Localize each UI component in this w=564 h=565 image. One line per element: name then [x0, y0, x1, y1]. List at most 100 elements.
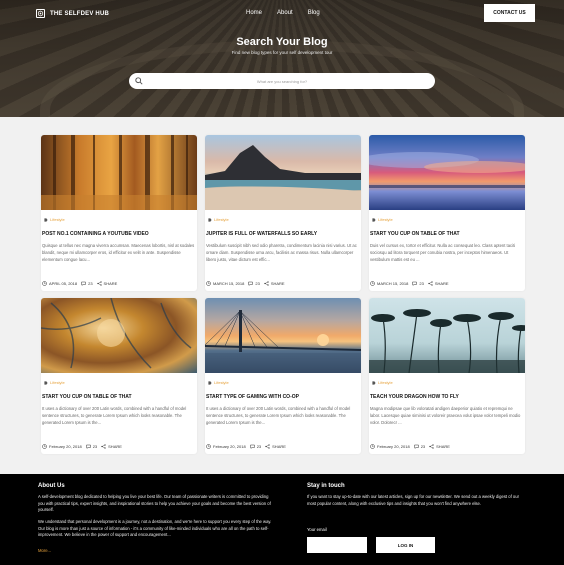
post-meta: February 20, 2018 23 SHARE	[42, 444, 122, 449]
search-input[interactable]	[129, 73, 435, 89]
contact-us-button[interactable]: CONTACT US	[484, 4, 535, 22]
hero-banner: THE SELFDEV HUB Home About Blog CONTACT …	[0, 0, 564, 117]
post-date: MARCH 15, 2018	[377, 281, 409, 286]
about-text-more: We understand that personal development …	[38, 519, 272, 538]
nav-home[interactable]: Home	[246, 10, 262, 16]
clock-icon	[42, 444, 47, 449]
comment-count[interactable]: 23	[93, 444, 97, 449]
main-nav: Home About Blog	[246, 10, 320, 16]
post-excerpt: Vestibulum suscipit nibh sed odio pharet…	[206, 243, 357, 262]
post-meta: February 20, 2018 23 SHARE	[206, 444, 286, 449]
share-label: SHARE	[270, 281, 285, 286]
post-image-forest[interactable]	[41, 135, 197, 210]
post-date: February 20, 2018	[377, 444, 410, 449]
share-button[interactable]: SHARE	[101, 444, 122, 449]
share-label: SHARE	[272, 444, 286, 449]
post-category[interactable]: Lifestyle	[208, 217, 229, 222]
comment-count[interactable]: 23	[255, 281, 259, 286]
post-meta: February 20, 2018 23 SHARE	[370, 444, 450, 449]
share-label: SHARE	[434, 281, 449, 286]
clock-icon	[370, 281, 375, 286]
post-meta: APRIL 05, 2018 23 SHARE	[42, 281, 117, 286]
logo-icon	[36, 9, 45, 18]
post-category[interactable]: Lifestyle	[44, 217, 65, 222]
comment-icon	[85, 444, 91, 449]
nav-about[interactable]: About	[277, 10, 293, 16]
tag-icon	[44, 380, 48, 385]
post-category[interactable]: Lifestyle	[44, 380, 65, 385]
post-date: February 20, 2018	[49, 444, 82, 449]
category-label: Lifestyle	[50, 217, 65, 222]
post-card[interactable]: Lifestyle START YOU CUP ON TABLE OF THAT…	[369, 135, 525, 291]
post-title[interactable]: JUPITER IS FULL OF WATERFALLS SO EARLY	[206, 231, 317, 237]
category-label: Lifestyle	[214, 380, 229, 385]
post-category[interactable]: Lifestyle	[372, 217, 393, 222]
clock-icon	[206, 281, 211, 286]
post-title[interactable]: START YOU CUP ON TABLE OF THAT	[42, 394, 132, 400]
share-icon	[428, 281, 433, 286]
about-heading: About Us	[38, 483, 65, 489]
comment-icon	[249, 444, 255, 449]
category-label: Lifestyle	[50, 380, 65, 385]
post-card[interactable]: Lifestyle START YOU CUP ON TABLE OF THAT…	[41, 298, 197, 454]
post-image-bridge[interactable]	[205, 298, 361, 373]
comment-icon	[413, 444, 419, 449]
post-card[interactable]: Lifestyle POST NO.1 CONTAINING A YOUTUBE…	[41, 135, 197, 291]
tag-icon	[372, 380, 376, 385]
comment-count[interactable]: 23	[421, 444, 425, 449]
post-excerpt: It uses a dictionary of over 200 Latin w…	[42, 406, 187, 425]
post-image-bark[interactable]	[41, 298, 197, 373]
comment-icon	[81, 281, 86, 286]
comment-icon	[248, 281, 254, 286]
share-button[interactable]: SHARE	[264, 281, 285, 286]
tag-icon	[208, 380, 212, 385]
clock-icon	[206, 444, 211, 449]
post-excerpt: It uses a dictionary of over 200 Latin w…	[206, 406, 351, 425]
nav-blog[interactable]: Blog	[308, 10, 320, 16]
tag-icon	[372, 217, 376, 222]
post-image-palms[interactable]	[369, 298, 525, 373]
hero-title: Search Your Blog	[236, 36, 328, 48]
post-category[interactable]: Lifestyle	[208, 380, 229, 385]
post-meta: MARCH 15, 2018 23 SHARE	[370, 281, 449, 286]
tag-icon	[208, 217, 212, 222]
more-link[interactable]: More...	[38, 548, 51, 553]
share-button[interactable]: SHARE	[429, 444, 450, 449]
post-meta: MARCH 15, 2018 23 SHARE	[206, 281, 285, 286]
comment-icon	[412, 281, 418, 286]
post-excerpt: Duis vel cursus ex, tortor et efficitur.…	[370, 243, 516, 262]
post-title[interactable]: TEACH YOUR DRAGON HOW TO FLY	[370, 394, 459, 400]
comment-count[interactable]: 23	[88, 281, 92, 286]
post-title[interactable]: POST NO.1 CONTAINING A YOUTUBE VIDEO	[42, 231, 149, 237]
share-button[interactable]: SHARE	[96, 281, 117, 286]
about-text: A self-development blog dedicated to hel…	[38, 494, 271, 513]
stay-in-touch-heading: Stay in touch	[307, 483, 345, 489]
search-bar[interactable]	[129, 73, 435, 89]
post-card[interactable]: Lifestyle TEACH YOUR DRAGON HOW TO FLY M…	[369, 298, 525, 454]
share-button[interactable]: SHARE	[428, 281, 449, 286]
share-button[interactable]: SHARE	[265, 444, 286, 449]
post-card[interactable]: Lifestyle START TYPE OF GAMING WITH CO-O…	[205, 298, 361, 454]
post-title[interactable]: START YOU CUP ON TABLE OF THAT	[370, 231, 460, 237]
share-icon	[429, 444, 434, 449]
share-icon	[96, 281, 102, 286]
post-date: APRIL 05, 2018	[49, 281, 78, 286]
post-excerpt: Quisque ut tellus nec magna viverra accu…	[42, 243, 195, 262]
share-icon	[101, 444, 106, 449]
post-image-sky[interactable]	[369, 135, 525, 210]
email-label: Your email	[307, 527, 327, 532]
email-field[interactable]	[307, 537, 367, 553]
brand-name: THE SELFDEV HUB	[50, 10, 110, 17]
brand[interactable]: THE SELFDEV HUB	[36, 9, 109, 18]
post-category[interactable]: Lifestyle	[372, 380, 393, 385]
comment-count[interactable]: 23	[257, 444, 261, 449]
category-label: Lifestyle	[378, 380, 393, 385]
post-excerpt: Magna modipsae que lib voloratati andige…	[370, 406, 521, 425]
post-title[interactable]: START TYPE OF GAMING WITH CO-OP	[206, 394, 299, 400]
footer: About Us A self-development blog dedicat…	[0, 474, 564, 565]
comment-count[interactable]: 23	[419, 281, 423, 286]
post-card[interactable]: Lifestyle JUPITER IS FULL OF WATERFALLS …	[205, 135, 361, 291]
login-button[interactable]: LOG IN	[376, 537, 435, 553]
category-label: Lifestyle	[214, 217, 229, 222]
post-image-beach[interactable]	[205, 135, 361, 210]
